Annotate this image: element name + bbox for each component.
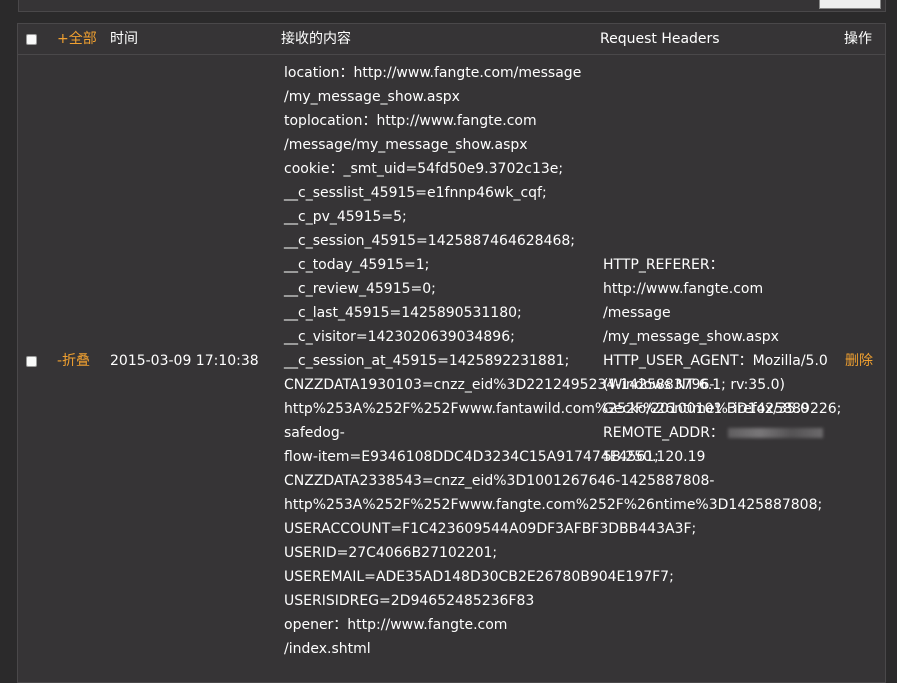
content-line: USEREMAIL=ADE35AD148D30CB2E26780B904E197… [284,569,674,585]
redacted-ip [728,428,824,438]
content-line: USERID=27C4066B27102201; [284,545,498,561]
content-line: opener：http://www.fangte.com [284,617,508,633]
content-line: __c_session_45915=1425887464628468; [284,233,576,249]
content-line: CNZZDATA2338543=cnzz_eid%3D1001267646-14… [284,473,715,489]
delete-link[interactable]: 删除 [845,349,873,373]
request-headers: HTTP_REFERER： http://www.fangte.com /mes… [603,253,828,469]
header-line: HTTP_USER_AGENT：Mozilla/5.0 [603,353,828,369]
header-line: HTTP_REFERER： [603,257,724,273]
content-line: USERISIDREG=2D94652485236F83 [284,593,535,609]
header-line: Gecko/20100101 Firefox/35.0 [603,401,809,417]
records-table: +全部 时间 接收的内容 Request Headers 操作 -折叠 2015… [17,23,886,683]
content-line: http%253A%252F%252Fwww.fangte.com%252F%2… [284,497,823,513]
actions-column-header: 操作 [844,31,872,47]
record-time: 2015-03-09 17:10:38 [110,353,259,369]
expand-all-link[interactable]: +全部 [57,31,97,47]
time-column-header: 时间 [110,31,138,47]
header-line: /message [603,305,671,321]
content-line: location：http://www.fangte.com/message [284,65,582,81]
header-line: 58.250.120.19 [603,449,706,465]
content-line: /message/my_message_show.aspx [284,137,528,153]
collapse-link[interactable]: -折叠 [57,349,90,373]
content-line: /index.shtml [284,641,371,657]
content-line: __c_sesslist_45915=e1fnnp46wk_cqf; [284,185,547,201]
header-line: /my_message_show.aspx [603,329,779,345]
remote-addr-label: REMOTE_ADDR： [603,425,724,441]
content-line: toplocation：http://www.fangte.com [284,113,537,129]
request-headers-column-header: Request Headers [600,31,720,47]
top-toolbar [18,0,886,12]
select-all-checkbox[interactable] [26,34,37,45]
content-column-header: 接收的内容 [281,31,351,47]
row-checkbox[interactable] [26,356,37,367]
content-line: cookie：_smt_uid=54fd50e9.3702c13e; [284,161,564,177]
table-header: +全部 时间 接收的内容 Request Headers 操作 [18,24,885,55]
header-line: (Windows NT 6.1; rv:35.0) [603,377,785,393]
content-line: USERACCOUNT=F1C423609544A09DF3AFBF3DBB44… [284,521,697,537]
header-line: REMOTE_ADDR： [603,421,828,445]
content-line: /my_message_show.aspx [284,89,460,105]
header-line: http://www.fangte.com [603,281,764,297]
content-line: __c_pv_45915=5; [284,209,407,225]
toolbar-button[interactable] [819,0,881,9]
